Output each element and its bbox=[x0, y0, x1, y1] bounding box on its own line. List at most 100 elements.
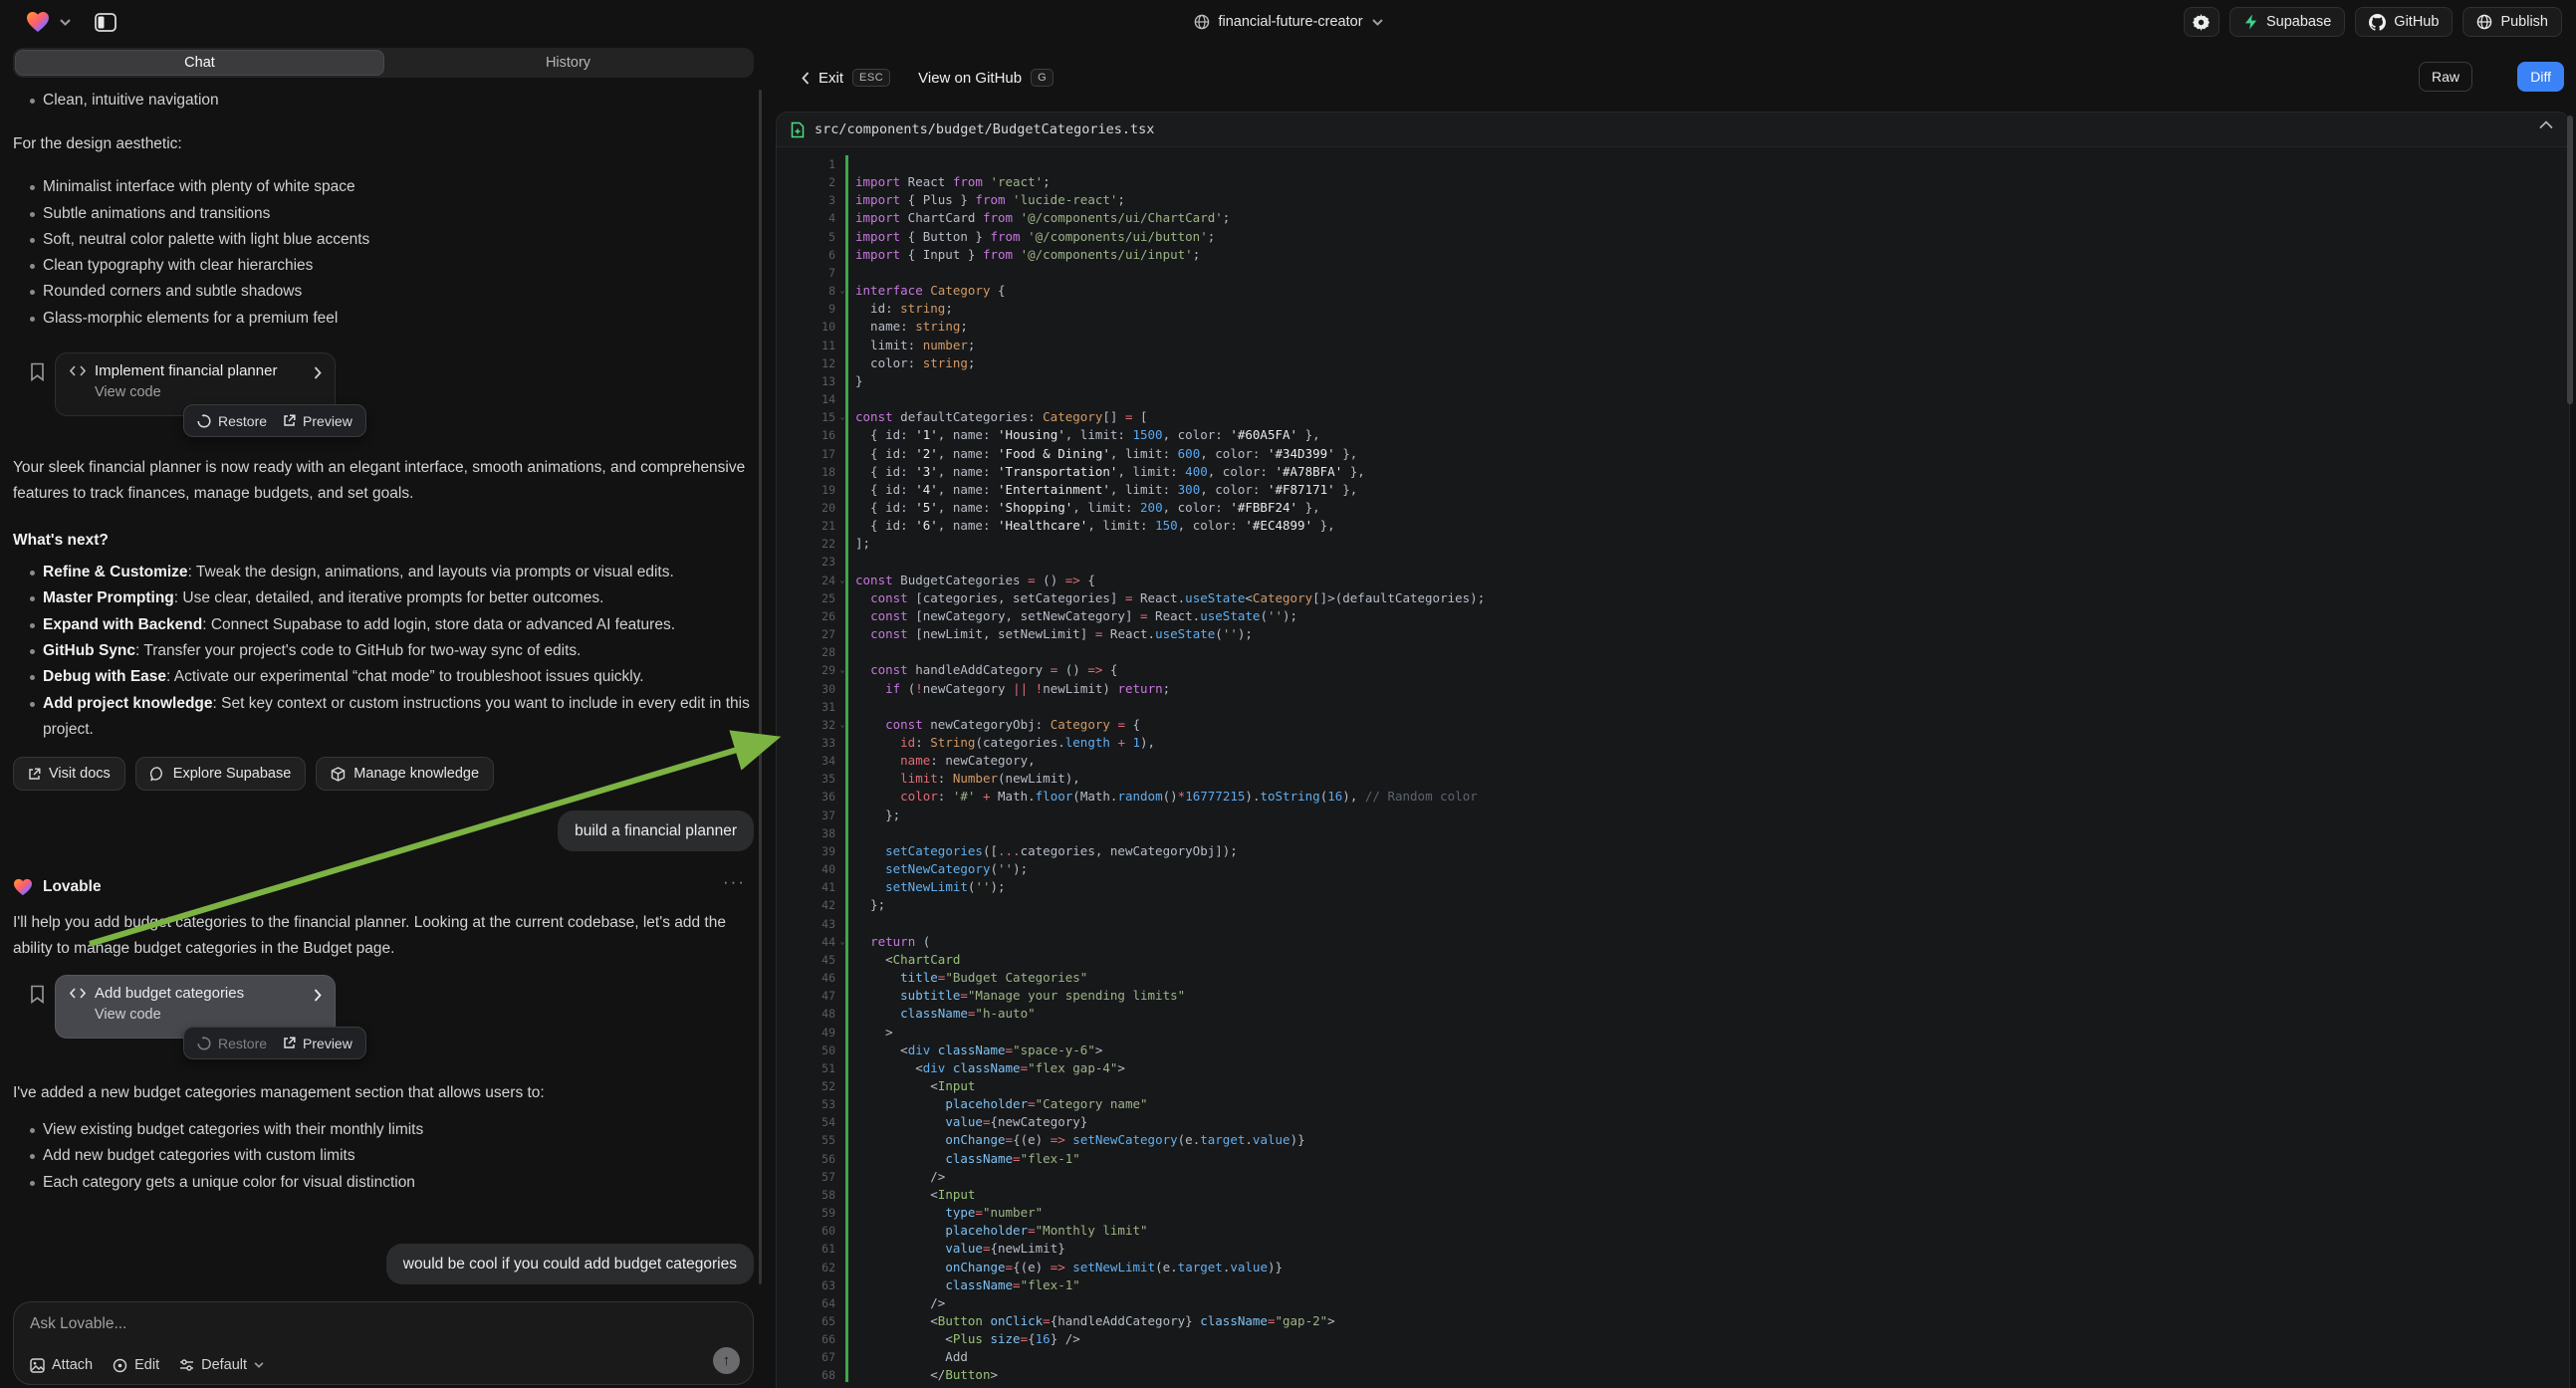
preview-button[interactable]: Preview bbox=[283, 1036, 352, 1051]
whats-next-list: Refine & Customize: Tweak the design, an… bbox=[13, 560, 754, 743]
composer-input[interactable]: Ask Lovable... bbox=[30, 1315, 737, 1333]
visit-docs-button[interactable]: Visit docs bbox=[13, 757, 125, 791]
assistant-header: Lovable ··· bbox=[13, 876, 754, 898]
bookmark-icon[interactable] bbox=[30, 362, 45, 381]
collapse-chevron-up-icon[interactable] bbox=[2539, 120, 2553, 129]
explore-supabase-button[interactable]: Explore Supabase bbox=[135, 757, 307, 791]
code-line: 24⌄const BudgetCategories = () => { bbox=[777, 572, 2569, 589]
restore-button[interactable]: Restore bbox=[197, 1036, 267, 1051]
chat-composer[interactable]: Ask Lovable... Attach Edit Default ↑ bbox=[13, 1301, 754, 1385]
code-line: 47 subtitle="Manage your spending limits… bbox=[777, 987, 2569, 1005]
design-heading: For the design aesthetic: bbox=[13, 131, 754, 157]
attach-button[interactable]: Attach bbox=[30, 1357, 93, 1373]
manage-knowledge-button[interactable]: Manage knowledge bbox=[316, 757, 494, 791]
code-line: 61 value={newLimit} bbox=[777, 1240, 2569, 1258]
code-line: 50 <div className="space-y-6"> bbox=[777, 1041, 2569, 1059]
list-item: Add new budget categories with custom li… bbox=[13, 1143, 754, 1169]
view-code-link[interactable]: View code bbox=[95, 384, 323, 400]
send-button[interactable]: ↑ bbox=[713, 1347, 740, 1374]
list-item: Rounded corners and subtle shadows bbox=[13, 279, 754, 305]
version-card-implement-financial-planner[interactable]: Implement financial planner View code Re… bbox=[55, 352, 336, 416]
tab-history[interactable]: History bbox=[384, 50, 752, 76]
raw-toggle-button[interactable]: Raw bbox=[2419, 62, 2472, 92]
code-line: 14 bbox=[777, 390, 2569, 408]
code-line: 34 name: newCategory, bbox=[777, 752, 2569, 770]
tab-chat[interactable]: Chat bbox=[15, 50, 384, 76]
list-item: Clean typography with clear hierarchies bbox=[13, 253, 754, 279]
external-link-icon bbox=[283, 1037, 296, 1049]
chat-bubble-icon bbox=[150, 767, 165, 782]
help-paragraph: I'll help you add budget categories to t… bbox=[13, 910, 754, 962]
code-line: 65 <Button onClick={handleAddCategory} c… bbox=[777, 1312, 2569, 1330]
restore-icon bbox=[197, 414, 211, 428]
code-line: 36 color: '#' + Math.floor(Math.random()… bbox=[777, 788, 2569, 806]
diff-toggle-button[interactable]: Diff bbox=[2517, 62, 2564, 92]
version-card-add-budget-categories[interactable]: Add budget categories View code Restore … bbox=[55, 975, 336, 1039]
code-line: 31 bbox=[777, 698, 2569, 716]
chevron-left-icon bbox=[802, 72, 810, 85]
code-icon bbox=[70, 988, 86, 999]
view-on-github-button[interactable]: View on GitHub G bbox=[918, 69, 1054, 87]
target-icon bbox=[113, 1358, 127, 1373]
mode-selector[interactable]: Default bbox=[179, 1357, 264, 1373]
file-header[interactable]: src/components/budget/BudgetCategories.t… bbox=[777, 113, 2569, 147]
edit-button[interactable]: Edit bbox=[113, 1357, 159, 1373]
design-bullet-list: Minimalist interface with plenty of whit… bbox=[13, 174, 754, 332]
list-item: Subtle animations and transitions bbox=[13, 201, 754, 227]
package-icon bbox=[331, 767, 346, 782]
restore-icon bbox=[197, 1037, 211, 1050]
code-viewer: src/components/budget/BudgetCategories.t… bbox=[776, 112, 2570, 1388]
sliders-icon bbox=[179, 1358, 194, 1372]
project-switcher[interactable]: financial-future-creator bbox=[1193, 14, 1382, 30]
code-line: 1 bbox=[777, 155, 2569, 173]
message-menu-icon[interactable]: ··· bbox=[723, 872, 746, 892]
supabase-icon bbox=[2243, 14, 2258, 30]
user-message-1: build a financial planner bbox=[558, 810, 754, 851]
code-line: 41 setNewLimit(''); bbox=[777, 878, 2569, 896]
supabase-button[interactable]: Supabase bbox=[2229, 7, 2345, 37]
code-line: 5import { Button } from '@/components/ui… bbox=[777, 228, 2569, 246]
code-line: 54 value={newCategory} bbox=[777, 1113, 2569, 1131]
code-line: 43 bbox=[777, 915, 2569, 933]
code-view-header: Exit ESC View on GitHub G Raw Diff bbox=[776, 44, 2576, 112]
code-line: 58 <Input bbox=[777, 1186, 2569, 1204]
bookmark-icon[interactable] bbox=[30, 985, 45, 1004]
version-card-2: Add budget categories View code Restore … bbox=[13, 975, 754, 1039]
code-line: 49 > bbox=[777, 1024, 2569, 1041]
file-path: src/components/budget/BudgetCategories.t… bbox=[815, 121, 1154, 137]
publish-globe-icon bbox=[2476, 14, 2492, 30]
list-item: Clean, intuitive navigation bbox=[13, 88, 754, 114]
publish-button[interactable]: Publish bbox=[2462, 7, 2562, 37]
exit-button[interactable]: Exit ESC bbox=[802, 69, 890, 87]
g-shortcut: G bbox=[1031, 69, 1054, 87]
code-line: 10 name: string; bbox=[777, 318, 2569, 336]
lovable-logo-icon[interactable] bbox=[26, 11, 50, 33]
code-line: 23 bbox=[777, 553, 2569, 571]
list-item: Soft, neutral color palette with light b… bbox=[13, 227, 754, 253]
preview-button[interactable]: Preview bbox=[283, 413, 352, 429]
suggestion-buttons: Visit docs Explore Supabase Manage knowl… bbox=[13, 757, 754, 791]
code-line: 59 type="number" bbox=[777, 1204, 2569, 1222]
chevron-down-icon bbox=[254, 1362, 264, 1368]
code-line: 40 setNewCategory(''); bbox=[777, 860, 2569, 878]
code-line: 11 limit: number; bbox=[777, 337, 2569, 354]
sidebar-toggle-icon[interactable] bbox=[95, 13, 117, 32]
code-line: 12 color: string; bbox=[777, 354, 2569, 372]
code-line: 63 className="flex-1" bbox=[777, 1276, 2569, 1294]
restore-button[interactable]: Restore bbox=[197, 413, 267, 429]
logo-chevron-down-icon[interactable] bbox=[60, 19, 71, 26]
bullet-list-tail: Clean, intuitive navigation bbox=[13, 88, 754, 114]
list-item: Add project knowledge: Set key context o… bbox=[13, 691, 754, 744]
top-bar: financial-future-creator Supabase GitHub… bbox=[0, 0, 2576, 44]
github-button[interactable]: GitHub bbox=[2355, 7, 2453, 37]
page-scrollbar[interactable] bbox=[2567, 116, 2573, 404]
code-line: 28 bbox=[777, 643, 2569, 661]
restore-preview-pill: Restore Preview bbox=[183, 404, 366, 437]
lovable-avatar bbox=[13, 878, 33, 896]
code-content[interactable]: 12import React from 'react';3import { Pl… bbox=[777, 147, 2569, 1385]
chevron-right-icon bbox=[314, 366, 322, 379]
code-line: 33 id: String(categories.length + 1), bbox=[777, 734, 2569, 752]
settings-button[interactable] bbox=[2184, 7, 2220, 37]
view-code-link[interactable]: View code bbox=[95, 1007, 323, 1023]
code-line: 57 /> bbox=[777, 1168, 2569, 1186]
